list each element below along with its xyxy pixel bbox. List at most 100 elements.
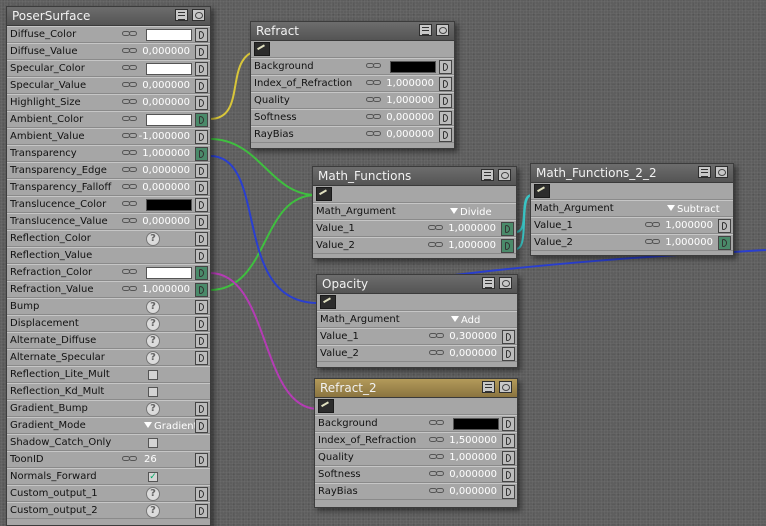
input-port-icon[interactable] [195, 130, 208, 144]
node-menu-icon[interactable] [482, 277, 495, 289]
parameter-row[interactable]: Reflection_Kd_Mult [7, 383, 210, 400]
link-chain-icon[interactable] [122, 286, 140, 293]
parameter-value-field[interactable]: 0,000000 [386, 129, 434, 140]
parameter-row[interactable]: Translucence_Color [7, 196, 210, 213]
parameter-row[interactable]: Value_2 1,000000 [313, 237, 516, 254]
help-icon[interactable]: ? [146, 402, 160, 416]
input-port-icon[interactable] [195, 453, 208, 467]
node-title-bar[interactable]: Refract_2 [315, 379, 517, 398]
parameter-row[interactable]: Value_1 1,000000 [313, 220, 516, 237]
input-port-icon[interactable] [502, 417, 515, 431]
node-menu-icon[interactable] [482, 381, 495, 393]
link-chain-icon[interactable] [366, 80, 384, 87]
node-collapse-icon[interactable] [498, 169, 511, 181]
dropdown-select[interactable]: Subtract [667, 204, 720, 215]
parameter-value-field[interactable]: 1,000000 [448, 223, 496, 234]
parameter-row[interactable]: Math_Argument Divide [313, 203, 516, 220]
input-port-icon[interactable] [502, 485, 515, 499]
link-chain-icon[interactable] [122, 184, 140, 191]
input-port-icon[interactable] [501, 239, 514, 253]
parameter-value-field[interactable]: 0,000000 [449, 486, 497, 497]
parameter-row[interactable]: Reflection_Value [7, 247, 210, 264]
parameter-row[interactable]: Alternate_Specular? [7, 349, 210, 366]
color-swatch[interactable] [146, 29, 192, 41]
link-chain-icon[interactable] [366, 97, 384, 104]
checkbox[interactable]: ✓ [148, 472, 158, 482]
input-port-icon[interactable] [439, 94, 452, 108]
node-output-plug[interactable] [251, 41, 454, 58]
parameter-value-field[interactable]: 0,000000 [142, 165, 190, 176]
parameter-row[interactable]: Translucence_Value 0,000000 [7, 213, 210, 230]
link-chain-icon[interactable] [122, 65, 140, 72]
parameter-row[interactable]: Reflection_Lite_Mult [7, 366, 210, 383]
link-chain-icon[interactable] [429, 471, 447, 478]
parameter-value-field[interactable]: 0,000000 [142, 80, 190, 91]
parameter-row[interactable]: Refraction_Color [7, 264, 210, 281]
parameter-row[interactable]: Index_of_Refraction 1,000000 [251, 75, 454, 92]
input-port-icon[interactable] [195, 487, 208, 501]
output-plug-icon[interactable] [320, 295, 336, 309]
input-port-icon[interactable] [195, 334, 208, 348]
checkbox[interactable] [148, 438, 158, 448]
parameter-row[interactable]: Math_Argument Subtract [531, 200, 733, 217]
parameter-value-field[interactable]: 1,000000 [448, 240, 496, 251]
parameter-value-field[interactable]: 1,000000 [386, 95, 434, 106]
node-menu-icon[interactable] [698, 166, 711, 178]
math-functions-node[interactable]: Math_Functions Math_Argument Divide Value_… [312, 166, 517, 259]
help-icon[interactable]: ? [146, 487, 160, 501]
node-output-plug[interactable] [315, 398, 517, 415]
input-port-icon[interactable] [501, 222, 514, 236]
node-title-bar[interactable]: PoserSurface [7, 7, 210, 26]
input-port-icon[interactable] [195, 164, 208, 178]
parameter-row[interactable]: Transparency_Falloff 0,000000 [7, 179, 210, 196]
color-swatch[interactable] [146, 63, 192, 75]
parameter-row[interactable]: Background [315, 415, 517, 432]
parameter-row[interactable]: Shadow_Catch_Only [7, 434, 210, 451]
parameter-row[interactable]: Value_1 1,000000 [531, 217, 733, 234]
parameter-value-field[interactable]: 26 [144, 454, 157, 465]
link-chain-icon[interactable] [428, 225, 446, 232]
input-port-icon[interactable] [195, 28, 208, 42]
parameter-value-field[interactable]: 1,000000 [142, 148, 190, 159]
parameter-value-field[interactable]: 1,000000 [386, 78, 434, 89]
node-menu-icon[interactable] [481, 169, 494, 181]
parameter-value-field[interactable]: 0,000000 [386, 112, 434, 123]
parameter-row[interactable]: Alternate_Diffuse? [7, 332, 210, 349]
parameter-row[interactable]: Value_2 1,000000 [531, 234, 733, 251]
parameter-value-field[interactable]: 0,000000 [449, 469, 497, 480]
input-port-icon[interactable] [195, 351, 208, 365]
parameter-row[interactable]: Displacement? [7, 315, 210, 332]
parameter-value-field[interactable]: 1,000000 [449, 452, 497, 463]
link-chain-icon[interactable] [122, 218, 140, 225]
input-port-icon[interactable] [439, 111, 452, 125]
input-port-icon[interactable] [195, 249, 208, 263]
input-port-icon[interactable] [195, 45, 208, 59]
color-swatch[interactable] [390, 61, 436, 73]
parameter-row[interactable]: Highlight_Size 0,000000 [7, 94, 210, 111]
parameter-row[interactable]: Normals_Forward ✓ [7, 468, 210, 485]
parameter-row[interactable]: Value_2 0,000000 [317, 345, 517, 362]
parameter-value-field[interactable]: 0,000000 [142, 46, 190, 57]
output-plug-icon[interactable] [316, 187, 332, 201]
parameter-row[interactable]: Gradient_Bump? [7, 400, 210, 417]
parameter-row[interactable]: Transparency_Edge 0,000000 [7, 162, 210, 179]
input-port-icon[interactable] [195, 300, 208, 314]
link-chain-icon[interactable] [429, 437, 447, 444]
color-swatch[interactable] [146, 199, 192, 211]
parameter-row[interactable]: Quality 1,000000 [315, 449, 517, 466]
parameter-value-field[interactable]: 1,000000 [142, 284, 190, 295]
help-icon[interactable]: ? [146, 317, 160, 331]
node-collapse-icon[interactable] [436, 24, 449, 36]
refract-2-node[interactable]: Refract_2 Background Index_of_Refraction 1… [314, 378, 518, 508]
link-chain-icon[interactable] [645, 222, 663, 229]
input-port-icon[interactable] [195, 504, 208, 518]
color-swatch[interactable] [453, 418, 499, 430]
dropdown-select[interactable]: Divide [450, 207, 492, 218]
parameter-row[interactable]: Quality 1,000000 [251, 92, 454, 109]
parameter-value-field[interactable]: -1,000000 [139, 131, 190, 142]
node-collapse-icon[interactable] [715, 166, 728, 178]
math-functions-2-2-node[interactable]: Math_Functions_2_2 Math_Argument Subtract… [530, 163, 734, 256]
node-output-plug[interactable] [313, 186, 516, 203]
link-chain-icon[interactable] [122, 116, 140, 123]
color-swatch[interactable] [146, 267, 192, 279]
